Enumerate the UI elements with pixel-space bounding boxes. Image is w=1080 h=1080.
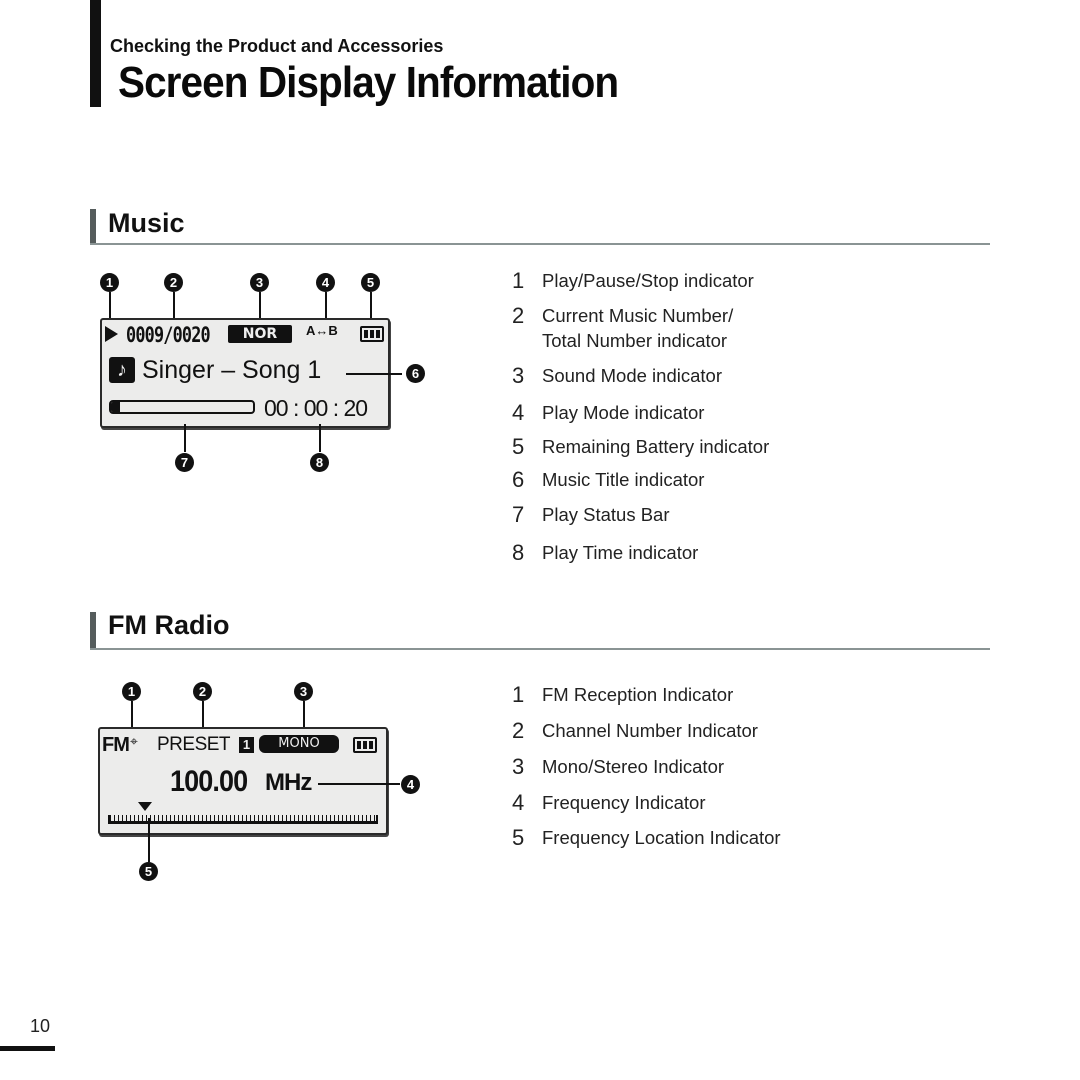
legend-number: 3 (512, 363, 525, 388)
legend-number: 6 (512, 467, 525, 492)
chapter-subtitle: Checking the Product and Accessories (110, 36, 444, 56)
play-status-fill (111, 402, 120, 412)
leader-line (148, 818, 150, 862)
play-time: 00 : 00 : 20 (264, 395, 368, 421)
fm-lcd-display: FM ⌖ PRESET 1 MONO 100.00 MHz (98, 727, 388, 835)
callout-1: 1 (100, 273, 119, 292)
callout-5: 5 (361, 273, 380, 292)
play-status-bar (109, 400, 255, 414)
header-accent-bar (90, 0, 101, 107)
callout-2: 2 (193, 682, 212, 701)
leader-line (318, 783, 400, 785)
legend-label: Play Status Bar (542, 504, 670, 525)
leader-line (319, 424, 321, 452)
fm-heading-rule (90, 648, 990, 650)
legend-label: Remaining Battery indicator (542, 436, 770, 457)
legend-label: Sound Mode indicator (542, 365, 722, 386)
legend-number: 5 (512, 825, 525, 850)
callout-8: 8 (310, 453, 329, 472)
legend-label: FM Reception Indicator (542, 684, 734, 705)
audio-mode-badge: MONO (259, 735, 339, 753)
legend-number: 5 (512, 434, 525, 459)
music-heading-bar (90, 209, 96, 245)
play-mode-indicator: A↔B (306, 323, 338, 338)
legend-number: 1 (512, 268, 525, 293)
legend-label: Channel Number Indicator (542, 720, 758, 741)
legend-label: Current Music Number/ (542, 305, 734, 326)
music-note-icon: ♪ (109, 357, 135, 383)
leader-line (346, 373, 402, 375)
legend-number: 2 (512, 303, 525, 328)
legend-label: Mono/Stereo Indicator (542, 756, 725, 777)
battery-full-icon (353, 737, 377, 753)
legend-number: 8 (512, 540, 525, 565)
frequency-unit: MHz (265, 769, 312, 796)
music-heading: Music (108, 208, 185, 238)
fm-heading-bar (90, 612, 96, 648)
legend-label: Total Number indicator (542, 330, 728, 351)
callout-4: 4 (316, 273, 335, 292)
legend-label: Play Mode indicator (542, 402, 705, 423)
legend-label: Frequency Location Indicator (542, 827, 781, 848)
music-heading-rule (90, 243, 990, 245)
play-triangle-icon (105, 326, 118, 342)
battery-full-icon (360, 326, 384, 342)
fm-label: FM (102, 734, 130, 756)
song-title: Singer – Song 1 (142, 356, 322, 384)
callout-5: 5 (139, 862, 158, 881)
track-counter: 0009/0020 (126, 323, 211, 347)
legend-number: 1 (512, 682, 525, 707)
callout-7: 7 (175, 453, 194, 472)
legend-number: 2 (512, 718, 525, 743)
preset-label: PRESET (157, 734, 231, 755)
page-number: 10 (30, 1016, 51, 1036)
callout-1: 1 (122, 682, 141, 701)
legend-label: Music Title indicator (542, 469, 705, 490)
legend-number: 3 (512, 754, 525, 779)
frequency-value: 100.00 (170, 765, 248, 798)
page-footer-rule (0, 1046, 55, 1051)
legend-number: 7 (512, 502, 525, 527)
legend-number: 4 (512, 790, 525, 815)
callout-2: 2 (164, 273, 183, 292)
frequency-location-marker (138, 802, 153, 811)
fm-heading: FM Radio (108, 610, 230, 640)
legend-label: Play Time indicator (542, 542, 699, 563)
page-title: Screen Display Information (118, 58, 619, 107)
callout-3: 3 (294, 682, 313, 701)
callout-4: 4 (401, 775, 420, 794)
sound-mode-badge: NOR (228, 325, 292, 343)
callout-3: 3 (250, 273, 269, 292)
legend-number: 4 (512, 400, 525, 425)
preset-number: 1 (239, 737, 254, 753)
legend-label: Play/Pause/Stop indicator (542, 270, 754, 291)
legend-label: Frequency Indicator (542, 792, 706, 813)
callout-6: 6 (406, 364, 425, 383)
antenna-signal-icon: ⌖ (130, 733, 138, 749)
leader-line (184, 424, 186, 452)
